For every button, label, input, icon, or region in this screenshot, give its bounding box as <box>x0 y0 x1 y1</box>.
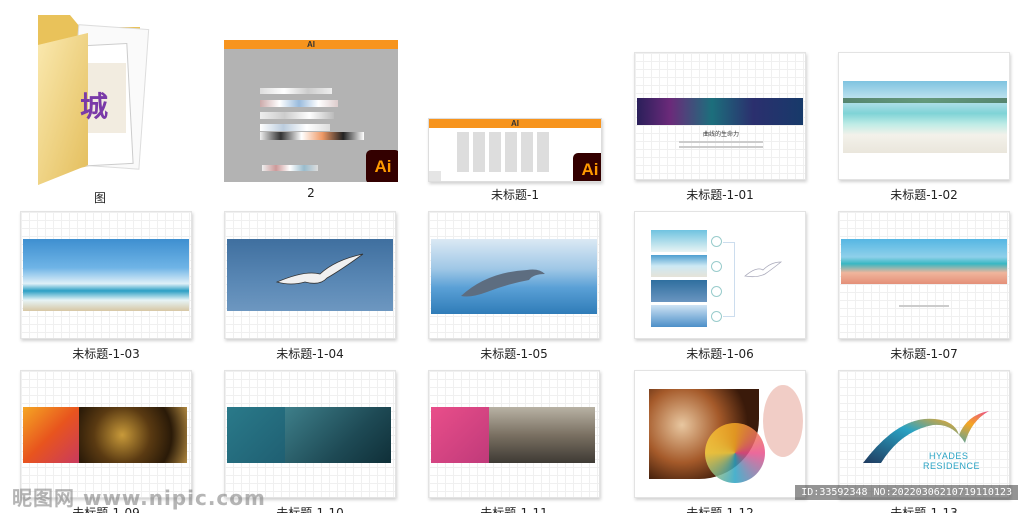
blurred-face <box>763 385 803 457</box>
image-thumbnail <box>634 370 806 498</box>
artboard-thumb <box>429 171 441 181</box>
image-thumbnail <box>20 370 192 498</box>
image-thumbnail <box>428 370 600 498</box>
slide-title: RESIDENCE <box>923 461 981 471</box>
slide-body-text <box>899 305 949 307</box>
ribbon-logo-icon <box>863 411 989 463</box>
photo-panel <box>651 255 707 277</box>
file-item-untitled-1-02[interactable]: 未标题-1-02 <box>838 52 1010 205</box>
artboard-grid <box>457 132 552 172</box>
watermark-text: 昵图网 www.nipic.com <box>12 486 266 510</box>
file-item-untitled-1-01[interactable]: 曲线的生命力 未标题-1-01 <box>634 52 806 205</box>
slide-title: HYADES <box>929 451 969 461</box>
color-swirl <box>705 423 765 483</box>
ai-header-bar: AI <box>224 40 398 49</box>
artboard-strip <box>260 132 364 140</box>
file-item-untitled-1-07[interactable]: 未标题-1-07 <box>838 211 1010 364</box>
artboard-strip <box>260 88 332 94</box>
seagull-icon <box>744 261 783 278</box>
wave-image <box>23 239 189 311</box>
color-panel <box>431 407 489 463</box>
illustrator-icon: Ai <box>573 153 601 181</box>
tree-line <box>843 98 1007 103</box>
file-label: 未标题-1-03 <box>72 347 140 361</box>
file-item-untitled-1-03[interactable]: 未标题-1-03 <box>20 211 192 364</box>
file-item-untitled-1-05[interactable]: 未标题-1-05 <box>428 211 600 364</box>
image-thumbnail <box>838 211 1010 339</box>
image-thumbnail: HYADES RESIDENCE <box>838 370 1010 498</box>
file-label: 2 <box>307 186 315 200</box>
file-label: 图 <box>93 191 106 205</box>
folder-preview-text: 城 <box>80 91 109 122</box>
file-label: 未标题-1-07 <box>890 347 958 361</box>
beach-image <box>843 81 1007 153</box>
color-panel <box>23 407 79 463</box>
file-label: 未标题-1-02 <box>890 188 958 202</box>
artboard-strip <box>262 165 318 171</box>
file-label: 未标题-1-01 <box>686 188 754 202</box>
image-thumbnail <box>20 211 192 339</box>
street-image <box>489 407 595 463</box>
slide-body-text <box>679 146 763 148</box>
beach-image <box>841 239 1007 284</box>
file-label: 未标题-1-12 <box>686 506 754 513</box>
file-item-untitled-1-11[interactable]: 未标题-1-11 <box>428 370 600 513</box>
color-panel <box>227 407 285 463</box>
folder-icon: 城 <box>30 5 160 185</box>
file-label: 未标题-1-11 <box>480 506 548 513</box>
diagram-circle <box>711 236 722 247</box>
ai-header-bar: AI <box>429 119 601 128</box>
file-label: 未标题-1-13 <box>890 506 958 513</box>
file-label: 未标题-1 <box>491 188 539 202</box>
illustrator-icon: Ai <box>366 150 398 182</box>
banner-image <box>637 98 803 125</box>
slide-body-text <box>679 141 763 143</box>
artboard-strip <box>260 100 338 107</box>
diagram-circle <box>711 286 722 297</box>
image-thumbnail <box>224 211 396 339</box>
image-thumbnail <box>634 211 806 339</box>
diagram-circle <box>711 311 722 322</box>
photo-panel <box>651 305 707 327</box>
file-item-ai-2[interactable]: AI Ai 2 <box>224 40 398 205</box>
image-thumbnail <box>224 370 396 498</box>
diagram-connector <box>723 242 735 317</box>
ai-thumbnail: AI Ai <box>428 118 602 182</box>
dolphin-icon <box>461 269 545 297</box>
file-item-untitled-1-04[interactable]: 未标题-1-04 <box>224 211 396 364</box>
file-item-untitled-1-06[interactable]: 未标题-1-06 <box>634 211 806 364</box>
ai-thumbnail: AI Ai <box>224 40 398 182</box>
file-item-untitled-1-12[interactable]: 未标题-1-12 <box>634 370 806 513</box>
abstract-image <box>79 407 187 463</box>
artboard-strip <box>260 112 334 119</box>
photo-panel <box>651 280 707 302</box>
file-label: 未标题-1-04 <box>276 347 344 361</box>
file-label: 未标题-1-06 <box>686 347 754 361</box>
diagram-circle <box>711 261 722 272</box>
image-thumbnail: 曲线的生命力 <box>634 52 806 180</box>
abstract-image <box>285 407 391 463</box>
file-item-folder[interactable]: 城 图 <box>20 5 180 205</box>
watermark-id: ID:33592348 NO:20220306210719110123 <box>795 485 1018 500</box>
file-item-ai-untitled-1[interactable]: AI Ai 未标题-1 <box>428 118 602 205</box>
seagull-icon <box>275 253 364 285</box>
image-thumbnail <box>838 52 1010 180</box>
artboard-strip <box>260 124 330 131</box>
photo-panel <box>651 230 707 252</box>
image-thumbnail <box>428 211 600 339</box>
file-label: 未标题-1-05 <box>480 347 548 361</box>
slide-title: 曲线的生命力 <box>702 132 739 138</box>
